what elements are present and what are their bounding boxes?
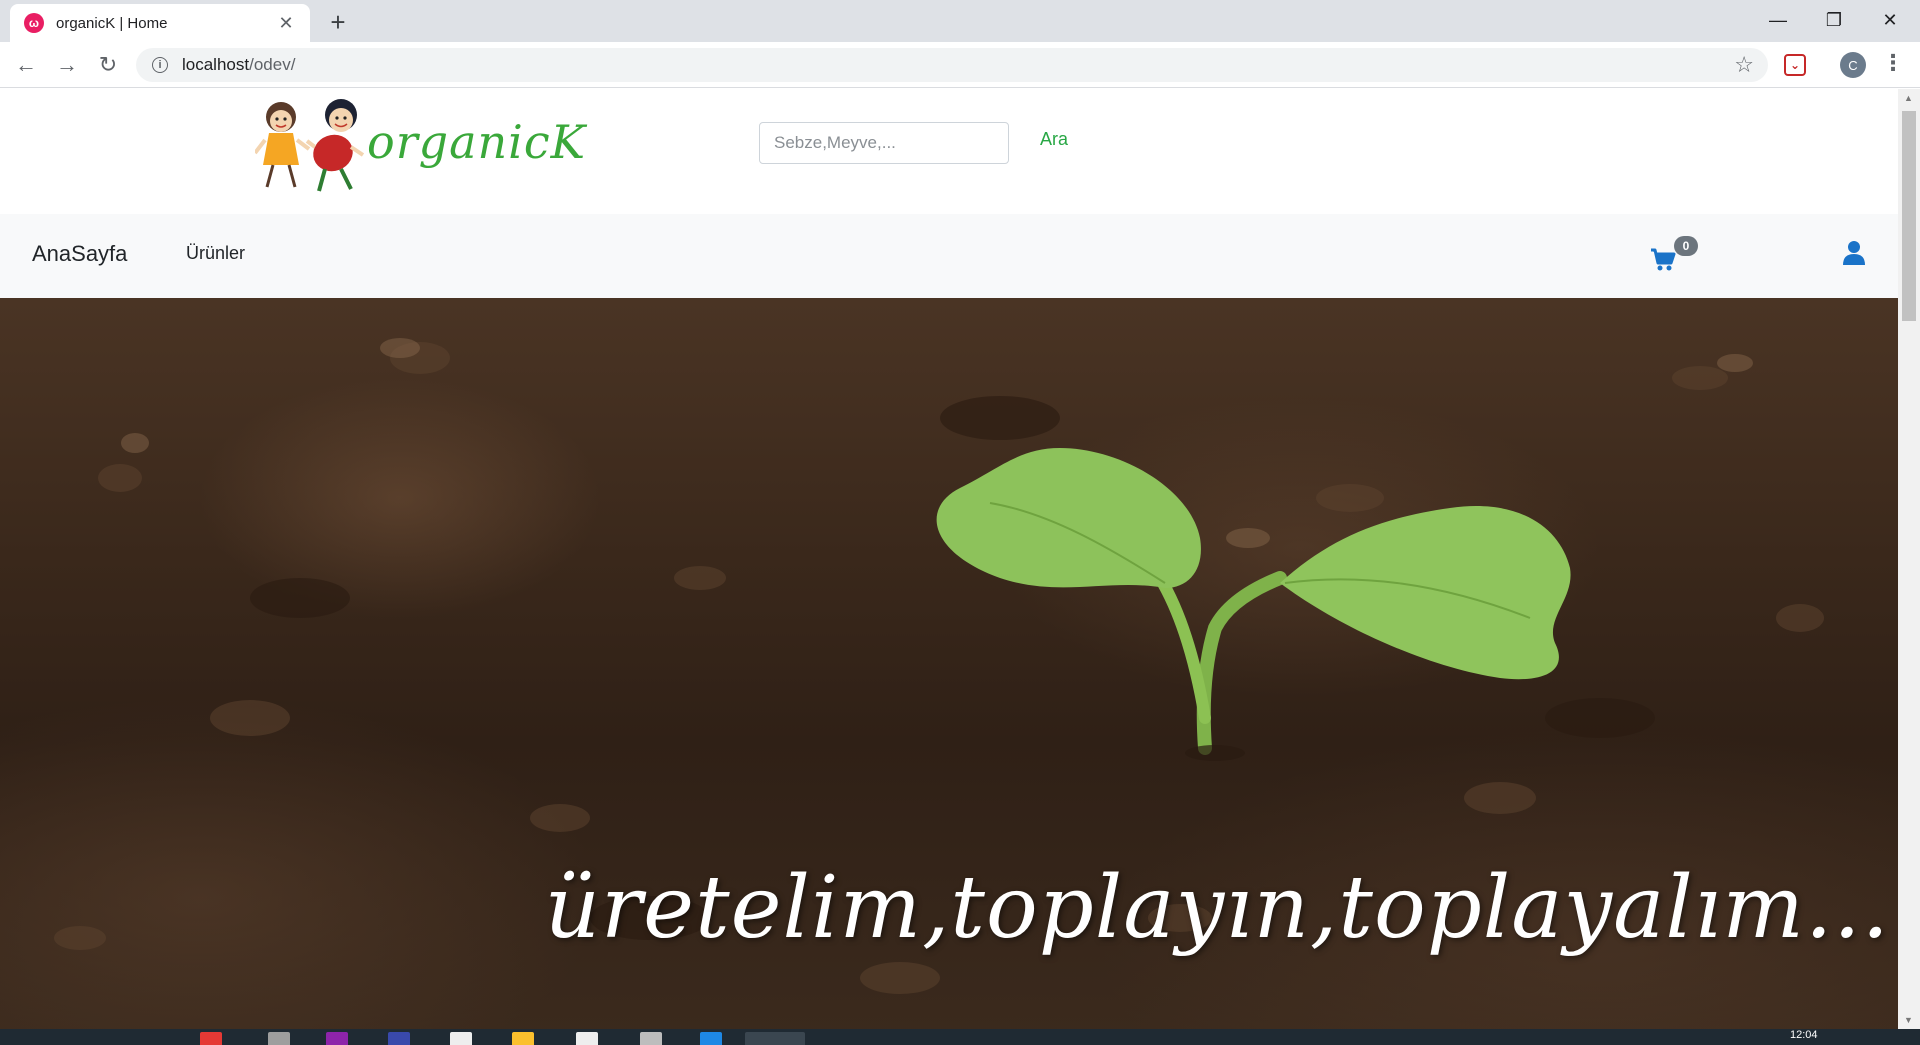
reload-icon[interactable]: ↻ <box>92 49 124 81</box>
hero-caption: üretelim,toplayın,toplayalım... <box>544 858 1890 958</box>
user-account-icon[interactable] <box>1842 240 1866 271</box>
taskbar-app-icon[interactable] <box>200 1032 222 1045</box>
pocket-extension-icon[interactable]: ⌄ <box>1784 54 1806 76</box>
nav-link-products[interactable]: Ürünler <box>186 243 245 264</box>
site-header: organicK Ara <box>0 89 1898 214</box>
scroll-up-arrow-icon[interactable]: ▲ <box>1904 93 1913 103</box>
cart-count-badge: 0 <box>1674 236 1698 256</box>
browser-toolbar: ← → ↻ i localhost/odev/ ☆ ⌄ C ⋮ <box>0 42 1920 88</box>
url-text: localhost/odev/ <box>182 55 296 74</box>
tab-title: organicK | Home <box>56 14 168 32</box>
browser-tab[interactable]: ω organicK | Home ✕ <box>10 4 310 42</box>
new-tab-button[interactable]: + <box>322 6 354 38</box>
address-bar[interactable]: i localhost/odev/ ☆ <box>136 48 1768 82</box>
logo-text: organicK <box>367 115 587 169</box>
back-arrow-icon[interactable]: ← <box>10 49 42 81</box>
taskbar-active-browser[interactable] <box>745 1032 805 1045</box>
taskbar-clock: 12:04 <box>1790 1029 1818 1041</box>
taskbar-app-icon[interactable] <box>268 1032 290 1045</box>
taskbar-app-icon[interactable] <box>512 1032 534 1045</box>
navbar-brand-home[interactable]: AnaSayfa <box>32 241 127 267</box>
page-scrollbar[interactable]: ▲ ▼ <box>1898 89 1920 1029</box>
os-taskbar: 12:04 <box>0 1029 1920 1045</box>
shopping-cart-icon <box>1651 248 1676 271</box>
page-viewport: organicK Ara AnaSayfa Ürünler 0 <box>0 89 1898 1029</box>
close-window-button[interactable]: ✕ <box>1862 0 1918 40</box>
bookmark-star-icon[interactable]: ☆ <box>1734 52 1754 78</box>
maximize-button[interactable]: ❐ <box>1806 0 1862 40</box>
taskbar-app-icon[interactable] <box>326 1032 348 1045</box>
taskbar-app-icon[interactable] <box>576 1032 598 1045</box>
browser-tab-bar: ω organicK | Home ✕ + — ❐ ✕ <box>0 0 1920 42</box>
search-button[interactable]: Ara <box>1040 129 1068 150</box>
cart-button[interactable]: 0 <box>1650 236 1700 276</box>
scroll-thumb[interactable] <box>1902 111 1916 321</box>
profile-avatar[interactable]: C <box>1840 52 1866 78</box>
taskbar-app-icon[interactable] <box>640 1032 662 1045</box>
taskbar-app-icon[interactable] <box>450 1032 472 1045</box>
hero-banner: üretelim,toplayın,toplayalım... <box>0 298 1898 1029</box>
site-logo[interactable]: organicK <box>253 95 585 205</box>
taskbar-app-icon[interactable] <box>388 1032 410 1045</box>
site-info-icon[interactable]: i <box>152 57 168 73</box>
browser-menu-icon[interactable]: ⋮ <box>1882 50 1904 76</box>
close-tab-icon[interactable]: ✕ <box>276 13 296 34</box>
main-navbar: AnaSayfa Ürünler 0 <box>0 214 1898 298</box>
scroll-down-arrow-icon[interactable]: ▼ <box>1904 1015 1913 1025</box>
taskbar-app-icon[interactable] <box>700 1032 722 1045</box>
site-favicon-icon: ω <box>24 13 44 33</box>
search-input[interactable] <box>759 122 1009 164</box>
minimize-button[interactable]: — <box>1750 0 1806 40</box>
forward-arrow-icon[interactable]: → <box>51 49 83 81</box>
